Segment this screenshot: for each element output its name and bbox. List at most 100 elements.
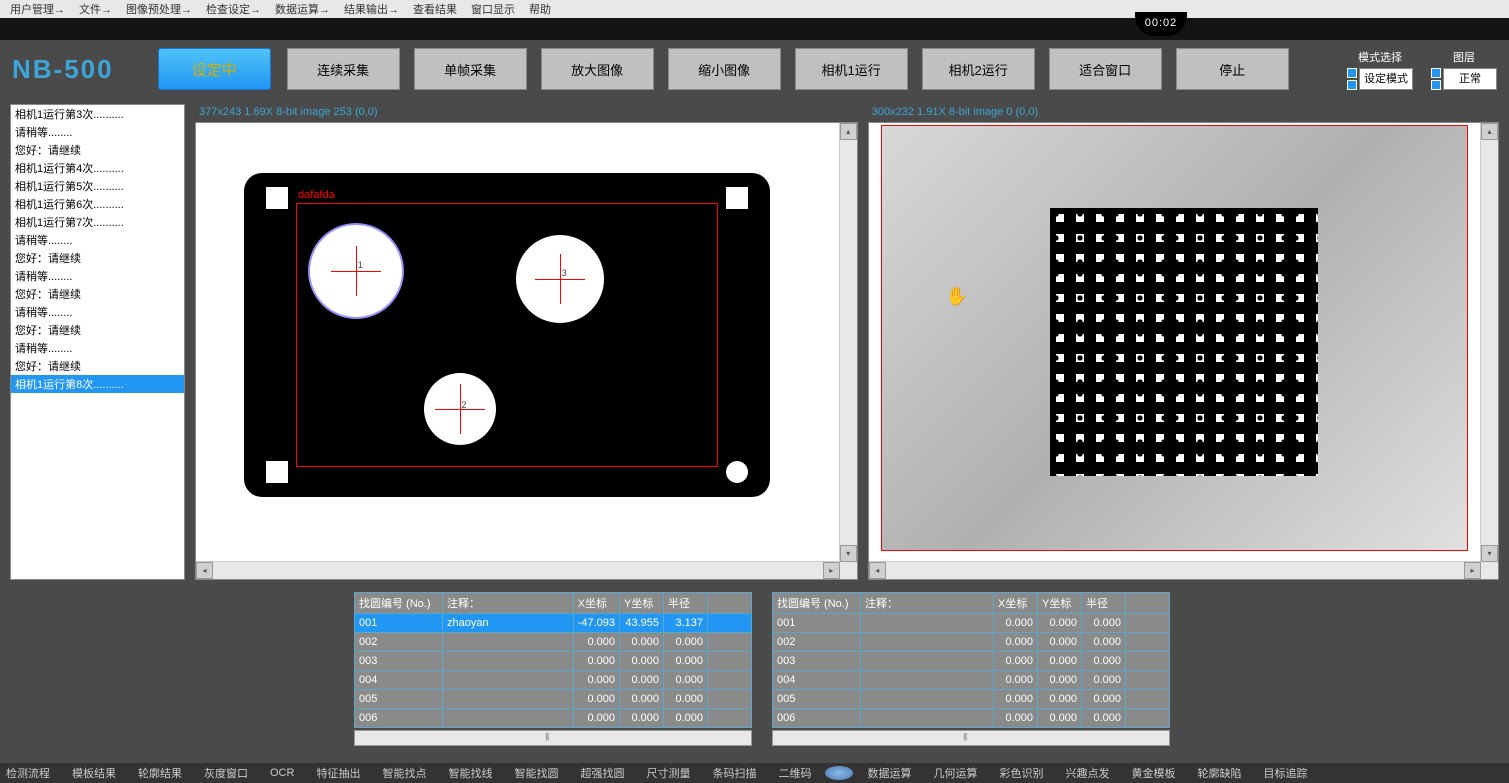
table-row[interactable]: 0050.0000.0000.000 (773, 690, 1170, 709)
status-item[interactable]: 尺寸测量 (646, 765, 690, 781)
log-item[interactable]: 相机1运行第4次.......... (11, 159, 184, 177)
table-row[interactable]: 0060.0000.0000.000 (773, 709, 1170, 728)
table-row[interactable]: 0020.0000.0000.000 (355, 633, 752, 652)
log-item[interactable]: 请稍等........ (11, 231, 184, 249)
log-item[interactable]: 您好：请继续 (11, 141, 184, 159)
toolbar-button[interactable]: 相机1运行 (795, 48, 908, 90)
status-item[interactable]: 黄金模板 (1131, 765, 1175, 781)
log-item[interactable]: 请稍等........ (11, 303, 184, 321)
status-item[interactable]: OCR (270, 767, 294, 779)
layer-radio-1[interactable] (1431, 68, 1441, 78)
log-item[interactable]: 您好：请继续 (11, 357, 184, 375)
log-item[interactable]: 您好：请继续 (11, 285, 184, 303)
status-item[interactable]: 目标追踪 (1263, 765, 1307, 781)
status-item[interactable]: 二维码 (778, 765, 811, 781)
status-item[interactable]: 模板结果 (72, 765, 116, 781)
status-item[interactable]: 智能找点 (382, 765, 426, 781)
toolbar-button[interactable]: 连续采集 (287, 48, 400, 90)
toolbar-button[interactable]: 相机2运行 (922, 48, 1035, 90)
log-item[interactable]: 您好：请继续 (11, 321, 184, 339)
status-item[interactable]: 轮廓缺陷 (1197, 765, 1241, 781)
log-item[interactable]: 请稍等........ (11, 123, 184, 141)
col-header[interactable]: 注释： (443, 593, 574, 614)
results-table-2[interactable]: 找圆编号 (No.)注释：X坐标Y坐标半径0010.0000.0000.0000… (772, 592, 1170, 728)
col-header[interactable]: 半径 (1082, 593, 1126, 614)
view2-canvas[interactable]: ▴ ▾ ◂ ▸ ✋ (868, 122, 1499, 580)
menu-item[interactable]: 结果输出→ (338, 1, 405, 17)
col-header[interactable]: Y坐标 (620, 593, 664, 614)
menu-item[interactable]: 检查设定→ (200, 1, 267, 17)
col-header[interactable]: 注释： (861, 593, 994, 614)
status-item[interactable]: 轮廓结果 (138, 765, 182, 781)
col-header[interactable]: 找圆编号 (No.) (773, 593, 861, 614)
view1-canvas[interactable]: ▴ ▾ ◂ ▸ dafafda 1 2 3 (195, 122, 858, 580)
mode-select[interactable]: 设定模式 (1359, 68, 1413, 90)
log-item[interactable]: 相机1运行第7次.......... (11, 213, 184, 231)
table-row[interactable]: 0040.0000.0000.000 (355, 671, 752, 690)
scroll-right-icon[interactable]: ▸ (1464, 562, 1481, 579)
table2-hscroll[interactable] (772, 730, 1170, 746)
col-header[interactable]: 半径 (664, 593, 708, 614)
log-item[interactable]: 相机1运行第5次.......... (11, 177, 184, 195)
log-item[interactable]: 相机1运行第6次.......... (11, 195, 184, 213)
status-item[interactable]: 数据运算 (867, 765, 911, 781)
mode-setting-button[interactable]: 设定中 (158, 48, 271, 90)
menu-item[interactable]: 文件→ (73, 1, 118, 17)
scroll-up-icon[interactable]: ▴ (1481, 123, 1498, 140)
status-item[interactable]: 智能找圆 (514, 765, 558, 781)
table1-hscroll[interactable] (354, 730, 752, 746)
log-item[interactable]: 请稍等........ (11, 267, 184, 285)
table-row[interactable]: 0040.0000.0000.000 (773, 671, 1170, 690)
status-item[interactable]: 兴趣点发 (1065, 765, 1109, 781)
menu-item[interactable]: 图像预处理→ (120, 1, 198, 17)
results-table-1[interactable]: 找圆编号 (No.)注释：X坐标Y坐标半径001zhaoyan-47.09343… (354, 592, 752, 728)
menu-item[interactable]: 窗口显示 (465, 1, 521, 17)
table-row[interactable]: 0010.0000.0000.000 (773, 614, 1170, 633)
toolbar-button[interactable]: 单帧采集 (414, 48, 527, 90)
mode-radio-1[interactable] (1347, 68, 1357, 78)
col-header[interactable]: X坐标 (994, 593, 1038, 614)
table-row[interactable]: 0030.0000.0000.000 (773, 652, 1170, 671)
scroll-down-icon[interactable]: ▾ (840, 545, 857, 562)
log-panel[interactable]: 相机1运行第3次..........请稍等........您好：请继续相机1运行… (10, 104, 185, 580)
table-row[interactable]: 0030.0000.0000.000 (355, 652, 752, 671)
toolbar-button[interactable]: 适合窗口 (1049, 48, 1162, 90)
log-item[interactable]: 相机1运行第3次.......... (11, 105, 184, 123)
status-item[interactable]: 几何运算 (933, 765, 977, 781)
col-header[interactable]: 找圆编号 (No.) (355, 593, 443, 614)
scroll-right-icon[interactable]: ▸ (823, 562, 840, 579)
status-item[interactable]: 特征抽出 (316, 765, 360, 781)
scroll-down-icon[interactable]: ▾ (1481, 545, 1498, 562)
status-item[interactable]: 彩色识别 (999, 765, 1043, 781)
layer-radio-2[interactable] (1431, 80, 1441, 90)
toolbar-button[interactable]: 缩小图像 (668, 48, 781, 90)
table-row[interactable]: 0060.0000.0000.000 (355, 709, 752, 728)
scroll-left-icon[interactable]: ◂ (869, 562, 886, 579)
status-item[interactable]: 智能找线 (448, 765, 492, 781)
table-row[interactable]: 0050.0000.0000.000 (355, 690, 752, 709)
status-item[interactable]: 条码扫描 (712, 765, 756, 781)
log-item[interactable]: 请稍等........ (11, 339, 184, 357)
table-row[interactable]: 0020.0000.0000.000 (773, 633, 1170, 652)
status-item[interactable]: 检测流程 (6, 765, 50, 781)
menu-item[interactable]: 用户管理→ (4, 1, 71, 17)
table-row[interactable]: 001zhaoyan-47.09343.9553.137 (355, 614, 752, 633)
menu-item[interactable]: 查看结果 (407, 1, 463, 17)
col-header[interactable]: Y坐标 (1038, 593, 1082, 614)
circle-2[interactable]: 2 (424, 373, 496, 445)
toolbar-button[interactable]: 放大图像 (541, 48, 654, 90)
layer-select[interactable]: 正常 (1443, 68, 1497, 90)
circle-3[interactable]: 3 (516, 235, 604, 323)
scroll-left-icon[interactable]: ◂ (196, 562, 213, 579)
menu-item[interactable]: 数据运算→ (269, 1, 336, 17)
status-item[interactable]: 超强找圆 (580, 765, 624, 781)
scroll-up-icon[interactable]: ▴ (840, 123, 857, 140)
col-header[interactable]: X坐标 (573, 593, 619, 614)
circle-1[interactable]: 1 (308, 223, 404, 319)
mode-radio-2[interactable] (1347, 80, 1357, 90)
log-item[interactable]: 相机1运行第8次.......... (11, 375, 184, 393)
log-item[interactable]: 您好：请继续 (11, 249, 184, 267)
status-item[interactable]: 灰度窗口 (204, 765, 248, 781)
toolbar-button[interactable]: 停止 (1176, 48, 1289, 90)
menu-item[interactable]: 帮助 (523, 1, 557, 17)
